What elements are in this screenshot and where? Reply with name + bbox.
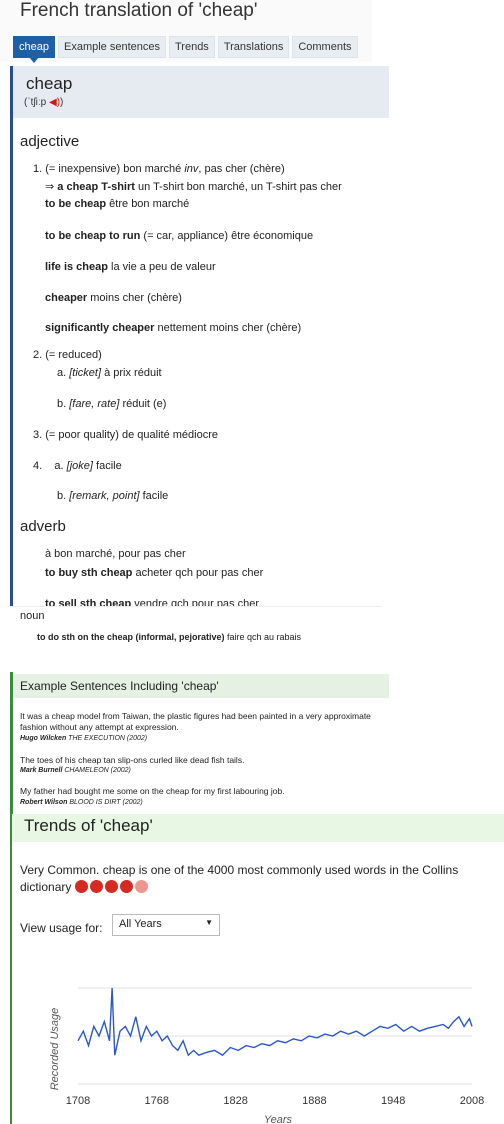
frequency-dot-filled [89,880,103,893]
x-tick-label: 1708 [66,1095,90,1107]
pos-adverb: adverb [20,518,66,535]
example-phrase: to be cheap être bon marché [45,198,190,210]
entry-accent-bar [10,66,13,612]
example-sentence: My father had bought me some on the chea… [20,786,285,796]
example-sentence: It was a cheap model from Taiwan, the pl… [20,711,371,732]
trends-description: Very Common. cheap is one of the 4000 mo… [20,863,459,894]
sense-2a: a. [ticket] à prix réduit [57,367,162,379]
example-phrase: to do sth on the cheap (informal, pejora… [37,632,302,642]
frequency-dot-filled [104,880,118,893]
select-value: All Years [119,918,162,930]
headword: cheap [26,74,73,93]
tab-bar: cheap Example sentences Trends Translati… [13,36,358,63]
chevron-down-icon: ▼ [205,918,213,927]
pronunciation: (ˈtʃiːp ◀)) [24,97,64,108]
tab-comments[interactable]: Comments [292,36,358,58]
tab-trends[interactable]: Trends [168,36,215,58]
frequency-dot-filled [74,880,88,893]
sense-2: 2. (= reduced) [33,349,102,361]
example-phrase: cheaper moins cher (chère) [45,292,182,304]
example-phrase: life is cheap la vie a peu de valeur [45,261,216,273]
tab-example-sentences[interactable]: Example sentences [57,36,166,58]
x-tick-label: 2008 [460,1095,484,1107]
example-phrase: to sell sth cheap vendre qch pour pas ch… [45,598,260,606]
x-axis-label: Years [264,1114,293,1124]
examples-title: Example Sentences Including 'cheap' [20,679,219,693]
frequency-dot-empty [134,880,148,893]
noun-section [10,606,382,653]
sense-2b: b. [fare, rate] réduit (e) [57,398,167,410]
example-source: Mark Burnell CHAMELEON (2002) [20,767,131,774]
example-source: Hugo Wilcken THE EXECUTION (2002) [20,735,148,742]
adverb-sense: à bon marché, pour pas cher [45,548,186,560]
usage-chart: Recorded Usage Years 1708 1768 1828 1888 194… [49,987,484,1124]
sense-3: 3. (= poor quality) de qualité médiocre [33,429,218,441]
view-usage-label: View usage for: [20,921,103,935]
sense-4: 4. a. [joke] facile [33,460,122,472]
example-phrase: ⇒ a cheap T-shirt un T-shirt bon marché,… [45,181,342,193]
x-tick-label: 1828 [223,1095,247,1107]
example-sentence: The toes of his cheap tan slip-ons curle… [20,755,245,765]
x-tick-label: 1888 [302,1095,326,1107]
trends-accent-bar [10,814,12,1124]
frequency-dot-filled [119,880,133,893]
page-title: French translation of 'cheap' [20,0,258,21]
usage-series-line [77,987,473,1057]
example-phrase: to be cheap to run (= car, appliance) êt… [45,230,314,242]
frequency-rating [74,880,150,894]
example-phrase: significantly cheaper nettement moins ch… [45,322,302,334]
year-range-select[interactable]: All Years ▼ [112,914,220,936]
pos-adjective: adjective [20,133,80,150]
sense-4b: b. [remark, point] facile [57,490,169,502]
example-phrase: to buy sth cheap acheter qch pour pas ch… [45,567,264,579]
x-tick-label: 1768 [145,1095,169,1107]
speaker-icon[interactable]: ◀) [49,97,60,108]
x-tick-label: 1948 [381,1095,405,1107]
pos-noun: noun [20,610,45,622]
tab-translations[interactable]: Translations [217,36,290,58]
sense-1: 1. (= inexpensive) bon marché inv, pas c… [33,163,285,175]
trends-title: Trends of 'cheap' [24,816,153,835]
example-source: Robert Wilson BLOOD IS DIRT (2002) [20,799,143,806]
y-axis-label: Recorded Usage [49,1008,61,1091]
tab-cheap[interactable]: cheap [13,36,55,63]
